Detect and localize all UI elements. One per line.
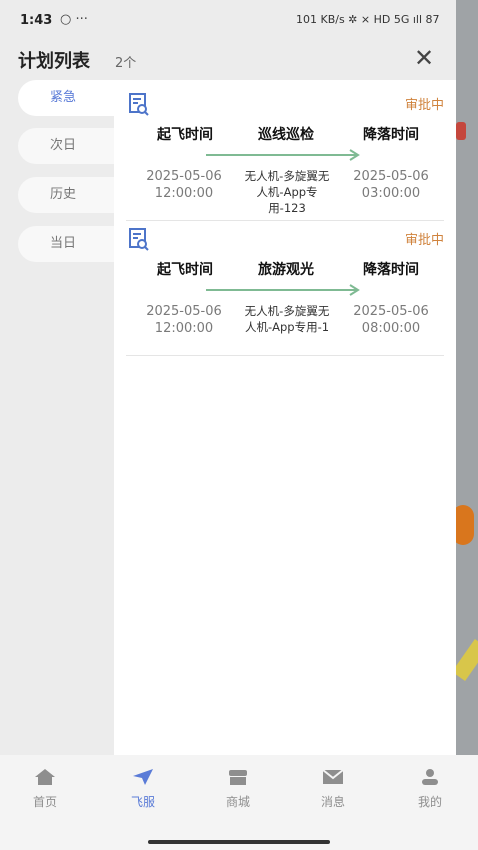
arrow-right-icon <box>206 284 360 296</box>
status-system-icons: 101 KB/s ✲ ⨯ HD 5G ıll 87 <box>296 13 440 26</box>
plan-list-panel: 1:43 ○ ··· 101 KB/s ✲ ⨯ HD 5G ıll 87 计划列… <box>0 0 456 755</box>
page-title: 计划列表 <box>18 51 90 72</box>
nav-shop[interactable]: 商城 <box>203 767 273 810</box>
mission-name: 巡线巡检 <box>258 127 314 143</box>
tab-history[interactable]: 历史 <box>18 177 114 213</box>
arrow-right-icon <box>206 149 360 161</box>
land-time: 03:00:00 <box>361 186 421 201</box>
plan-card[interactable]: 审批中 起飞时间 旅游观光 降落时间 2025-05-06 12:00:00 无… <box>126 215 444 356</box>
land-label: 降落时间 <box>363 127 419 143</box>
plan-header-row: 起飞时间 旅游观光 降落时间 <box>126 259 444 279</box>
user-icon <box>422 769 438 785</box>
map-marker <box>456 122 466 140</box>
plan-count: 2个 <box>115 56 137 71</box>
status-time: 1:43 <box>20 13 53 28</box>
depart-label: 起飞时间 <box>157 127 213 143</box>
plan-list: 审批中 起飞时间 巡线巡检 降落时间 2025-05-06 12:00:00 无… <box>114 80 456 755</box>
nav-messages-label: 消息 <box>320 795 345 809</box>
nav-profile-label: 我的 <box>417 795 442 809</box>
tab-next-day[interactable]: 次日 <box>18 128 114 164</box>
land-datetime: 2025-05-06 03:00:00 <box>338 168 444 202</box>
home-indicator[interactable] <box>148 840 330 844</box>
nav-home-label: 首页 <box>32 795 57 809</box>
plan-header-row: 起飞时间 巡线巡检 降落时间 <box>126 124 444 144</box>
shop-icon <box>229 770 247 785</box>
card-divider <box>126 355 444 356</box>
aircraft-name: 无人机-多旋翼无人机-App专用-1 <box>244 304 330 334</box>
status-notification-icons: ○ ··· <box>60 12 88 27</box>
land-date: 2025-05-06 <box>353 304 429 319</box>
home-icon <box>35 769 55 785</box>
status-bar: 1:43 ○ ··· 101 KB/s ✲ ⨯ HD 5G ıll 87 <box>0 0 478 42</box>
aircraft-name: 无人机-多旋翼无人机-App专用-123 <box>244 169 330 215</box>
plan-card[interactable]: 审批中 起飞时间 巡线巡检 降落时间 2025-05-06 12:00:00 无… <box>126 80 444 221</box>
mission-name: 旅游观光 <box>258 262 314 278</box>
close-button[interactable]: ✕ <box>410 44 438 72</box>
nav-messages[interactable]: 消息 <box>298 767 368 810</box>
approval-status-badge: 审批中 <box>404 233 444 248</box>
panel-header: 计划列表 2个 ✕ <box>0 42 456 76</box>
land-label: 降落时间 <box>363 262 419 278</box>
depart-datetime: 2025-05-06 12:00:00 <box>130 303 238 337</box>
depart-label: 起飞时间 <box>157 262 213 278</box>
document-search-icon <box>129 93 149 116</box>
bottom-navigation: 首页 飞服 商城 消息 我的 <box>0 755 478 850</box>
nav-flight-service[interactable]: 飞服 <box>108 767 178 810</box>
nav-home[interactable]: 首页 <box>10 767 80 810</box>
nav-flight-service-label: 飞服 <box>130 795 155 809</box>
land-date: 2025-05-06 <box>353 169 429 184</box>
document-search-icon <box>129 228 149 251</box>
mail-icon <box>322 769 344 784</box>
depart-date: 2025-05-06 <box>146 304 222 319</box>
depart-date: 2025-05-06 <box>146 169 222 184</box>
close-icon: ✕ <box>413 44 435 72</box>
nav-profile[interactable]: 我的 <box>395 767 465 810</box>
tab-urgent[interactable]: 紧急 <box>18 80 114 116</box>
nav-shop-label: 商城 <box>225 795 250 809</box>
depart-time: 12:00:00 <box>154 186 214 201</box>
land-datetime: 2025-05-06 08:00:00 <box>338 303 444 337</box>
land-time: 08:00:00 <box>361 321 421 336</box>
tab-today[interactable]: 当日 <box>18 226 114 262</box>
paper-plane-icon <box>133 769 153 785</box>
depart-time: 12:00:00 <box>154 321 214 336</box>
depart-datetime: 2025-05-06 12:00:00 <box>130 168 238 202</box>
approval-status-badge: 审批中 <box>404 98 444 113</box>
